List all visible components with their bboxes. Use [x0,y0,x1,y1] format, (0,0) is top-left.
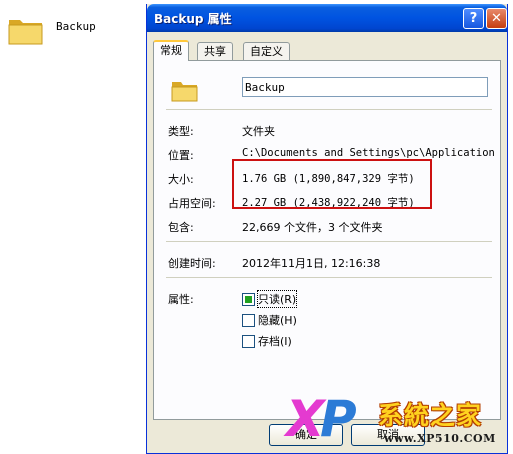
checkbox-box[interactable] [242,334,255,348]
separator [166,109,492,110]
type-value: 文件夹 [242,125,275,138]
hidden-label[interactable]: 隐藏(H) [258,312,297,328]
contains-label: 包含: [168,221,194,234]
archive-checkbox[interactable]: 存档(I) [242,333,292,349]
folder-icon [171,82,198,102]
disk-size-label: 占用空间: [168,197,216,210]
created-label: 创建时间: [168,257,216,270]
general-panel: 类型: 文件夹 位置: C:\Documents and Settings\pc… [153,60,501,420]
highlight-box [232,159,432,209]
tab-general[interactable]: 常规 [153,40,189,61]
folder-icon[interactable] [6,10,46,50]
watermark-p: P [320,390,357,448]
separator [166,241,492,242]
separator [166,277,492,278]
size-label: 大小: [168,173,194,186]
title-bar[interactable]: Backup 属性 ? ✕ [147,4,507,32]
watermark-url: www.XP510.COM [384,432,496,445]
archive-label[interactable]: 存档(I) [258,333,292,349]
created-value: 2012年11月1日, 12:16:38 [242,257,381,270]
location-value: C:\Documents and Settings\pc\Application [242,147,495,159]
readonly-checkbox[interactable]: 只读(R) [242,290,298,308]
watermark-x: X [286,390,325,448]
properties-window: Backup 属性 ? ✕ 常规 共享 自定义 类型: 文件夹 位置: C:\D… [146,4,508,454]
close-button[interactable]: ✕ [486,8,507,29]
help-button[interactable]: ? [463,8,484,29]
tab-customize[interactable]: 自定义 [243,42,290,60]
contains-value: 22,669 个文件，3 个文件夹 [242,221,383,234]
watermark-name: 系統之家 [378,401,483,430]
checkbox-box[interactable] [242,292,255,306]
attributes-label: 属性: [168,293,194,306]
window-title: Backup 属性 [154,12,232,26]
location-label: 位置: [168,149,194,162]
desktop-folder-label[interactable]: Backup [56,20,96,33]
readonly-label[interactable]: 只读(R) [256,290,298,308]
hidden-checkbox[interactable]: 隐藏(H) [242,312,297,328]
watermark-logo: X P 系統之家 www.XP510.COM [286,392,510,454]
checkbox-box[interactable] [242,313,255,327]
type-label: 类型: [168,125,194,138]
tab-sharing[interactable]: 共享 [197,42,233,60]
folder-name-input[interactable] [242,77,488,97]
